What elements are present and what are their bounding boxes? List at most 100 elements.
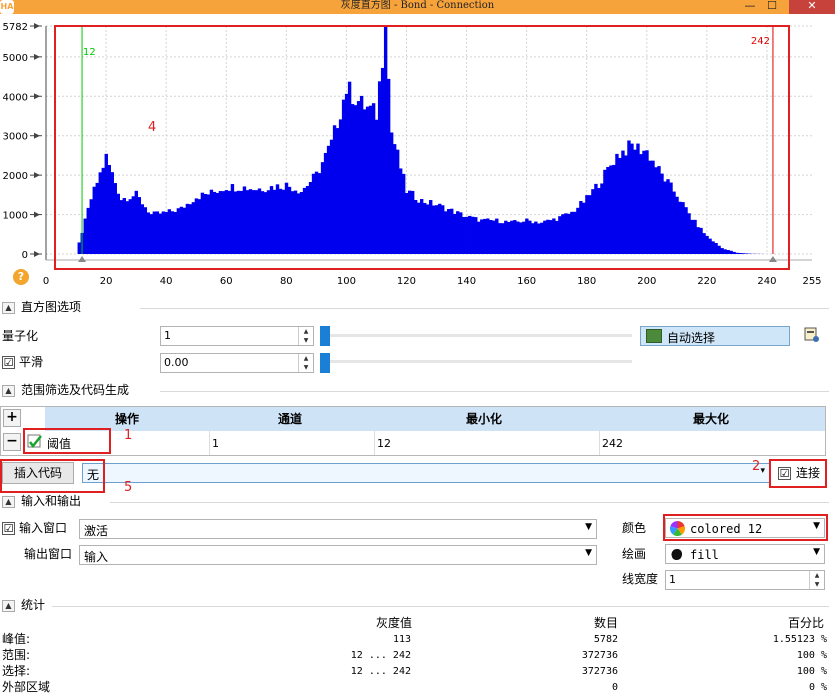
- column-header-operation[interactable]: 操作: [115, 410, 139, 427]
- min-handle[interactable]: [78, 256, 87, 262]
- annotation-mark-2: 2: [752, 459, 761, 474]
- histogram-bar: [546, 219, 550, 254]
- maximize-button[interactable]: ☐: [760, 0, 784, 14]
- spin-arrows-icon[interactable]: ▲ ▼: [809, 571, 824, 589]
- histogram-bar: [233, 191, 238, 254]
- histogram-bar: [413, 199, 418, 254]
- histogram-bar: [522, 221, 526, 254]
- histogram-bar: [326, 145, 331, 254]
- histogram-bar: [110, 172, 114, 254]
- draw-combo[interactable]: fill ▼: [665, 544, 825, 564]
- histogram-bar: [675, 196, 679, 254]
- y-axis-ticks: 5782 5000 4000 3000 2000 1000 0: [3, 22, 47, 261]
- input-window-combo[interactable]: 激活 ▼: [79, 519, 597, 539]
- column-header-max[interactable]: 最大化: [693, 410, 729, 427]
- output-window-combo[interactable]: 输入 ▼: [79, 545, 597, 565]
- histogram-bar: [489, 220, 493, 254]
- histogram-bar: [167, 209, 172, 254]
- quantize-spinbox[interactable]: 1 ▲ ▼: [160, 326, 314, 346]
- divider: [140, 308, 829, 309]
- settings-icon[interactable]: [804, 327, 820, 343]
- stats-count: 372736: [581, 650, 618, 661]
- histogram-bar: [726, 249, 730, 254]
- section-input-output[interactable]: ▲ 输入和输出: [0, 494, 835, 510]
- histogram-bar: [474, 217, 478, 254]
- collapse-icon[interactable]: ▲: [2, 302, 15, 314]
- histogram-bar: [669, 182, 673, 254]
- dropdown-arrow-icon[interactable]: ▼: [813, 547, 820, 557]
- histogram-bars: [77, 26, 766, 255]
- column-divider: [209, 431, 210, 455]
- histogram-chart[interactable]: 5782 5000 4000 3000 2000 1000 0 0 20 40 60 80 100 12…: [0, 14, 835, 294]
- histogram-bar: [395, 149, 400, 254]
- collapse-icon[interactable]: ▲: [2, 385, 15, 397]
- input-window-checkbox[interactable]: ☑: [2, 522, 15, 535]
- section-range-filter[interactable]: ▲ 范围筛选及代码生成: [0, 383, 835, 399]
- auto-select-button[interactable]: 自动选择: [640, 326, 790, 346]
- histogram-bar: [104, 153, 108, 254]
- dropdown-arrow-icon[interactable]: ▼: [585, 522, 592, 532]
- section-title: 范围筛选及代码生成: [21, 383, 130, 397]
- channel-cell[interactable]: 1: [212, 437, 219, 450]
- column-header-min[interactable]: 最小化: [466, 410, 502, 427]
- max-cell[interactable]: 242: [602, 437, 623, 450]
- code-combo[interactable]: 无 ▾: [82, 463, 770, 483]
- collapse-icon[interactable]: ▲: [2, 496, 15, 508]
- histogram-bar: [356, 101, 361, 254]
- histogram-bar: [468, 215, 472, 254]
- x-tick-label: 200: [637, 276, 656, 287]
- dropdown-arrow-icon[interactable]: ▾: [760, 466, 765, 476]
- section-title: 直方图选项: [21, 300, 82, 314]
- quantize-slider-track[interactable]: [330, 334, 632, 337]
- quantize-label: 量子化: [2, 329, 39, 343]
- histogram-bar: [645, 150, 649, 254]
- histogram-bar: [221, 191, 226, 254]
- add-row-button[interactable]: +: [3, 409, 21, 427]
- divider: [110, 502, 829, 503]
- smooth-checkbox[interactable]: ☑: [2, 356, 15, 369]
- smooth-slider-thumb[interactable]: [320, 353, 330, 373]
- section-histogram-options[interactable]: ▲ 直方图选项: [0, 300, 835, 316]
- column-divider: [374, 431, 375, 455]
- stats-gray: 12 ... 242: [350, 666, 411, 677]
- histogram-bar: [203, 194, 208, 254]
- close-button[interactable]: ✕: [789, 0, 835, 14]
- histogram-bar: [504, 220, 508, 254]
- x-tick-label: 220: [697, 276, 716, 287]
- histogram-bar: [534, 221, 538, 254]
- spin-arrows-icon[interactable]: ▲ ▼: [298, 327, 313, 345]
- help-icon[interactable]: ?: [13, 269, 29, 285]
- spin-arrows-icon[interactable]: ▲ ▼: [298, 354, 313, 372]
- section-statistics[interactable]: ▲ 统计: [0, 598, 835, 614]
- histogram-bar: [152, 211, 157, 254]
- section-title: 统计: [21, 598, 46, 612]
- minimize-button[interactable]: —: [738, 0, 762, 14]
- y-tick-label: 3000: [3, 132, 28, 143]
- histogram-bar: [377, 81, 382, 254]
- histogram-bar: [146, 212, 151, 254]
- stats-percent: 100 %: [796, 650, 827, 661]
- y-tick-label: 5782: [3, 22, 28, 33]
- remove-row-button[interactable]: −: [3, 433, 21, 451]
- smooth-slider-track[interactable]: [330, 360, 632, 363]
- connect-checkbox[interactable]: ☑: [778, 467, 791, 480]
- collapse-icon[interactable]: ▲: [2, 600, 15, 612]
- column-header-channel[interactable]: 通道: [278, 410, 302, 427]
- histogram-bar: [723, 249, 727, 254]
- x-tick-label: 20: [100, 276, 113, 287]
- draw-label: 绘画: [622, 547, 647, 561]
- min-cell[interactable]: 12: [377, 437, 391, 450]
- histogram-bar: [495, 218, 499, 254]
- histogram-bar: [471, 216, 475, 254]
- dropdown-arrow-icon[interactable]: ▼: [585, 548, 592, 558]
- histogram-bar: [92, 186, 96, 254]
- smooth-spinbox[interactable]: 0.00 ▲ ▼: [160, 353, 314, 373]
- quantize-slider-thumb[interactable]: [320, 326, 330, 346]
- line-width-spinbox[interactable]: 1 ▲ ▼: [665, 570, 825, 590]
- stats-count: 372736: [581, 666, 618, 677]
- histogram-bar: [576, 207, 580, 254]
- histogram-bar: [549, 220, 553, 254]
- histogram-bar: [317, 173, 322, 254]
- histogram-bar: [657, 166, 661, 254]
- max-handle[interactable]: [768, 256, 777, 262]
